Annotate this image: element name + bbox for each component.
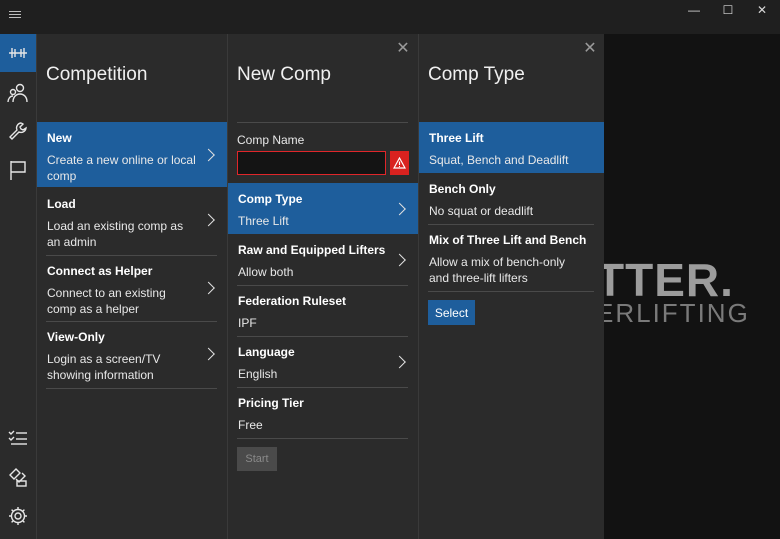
list-item-value: Allow both <box>238 265 294 279</box>
divider <box>237 122 408 123</box>
divider <box>46 388 217 389</box>
panel-title: Competition <box>46 64 148 85</box>
list-item-mix[interactable]: Mix of Three Lift and Bench Allow a mix … <box>419 224 604 292</box>
warning-icon <box>390 151 409 175</box>
list-item-description: Create a new online or local comp <box>47 153 196 183</box>
list-item-title: Bench Only <box>429 182 496 196</box>
checklist-icon <box>8 430 27 445</box>
list-item-three-lift[interactable]: Three Lift Squat, Bench and Deadlift <box>419 122 604 173</box>
logo-subtext: ERLIFTING <box>604 298 750 328</box>
list-item-title: New <box>47 131 72 145</box>
list-item-connect-helper[interactable]: Connect as Helper Connect to an existing… <box>37 255 227 321</box>
list-item-view-only[interactable]: View-Only Login as a screen/TV showing i… <box>37 321 227 387</box>
list-item-value: IPF <box>238 316 257 330</box>
list-item-title: Comp Type <box>238 192 303 206</box>
list-item-description: Load an existing comp as an admin <box>47 219 184 249</box>
nav-lifters[interactable] <box>0 74 36 112</box>
competition-panel: Competition New Create a new online or l… <box>36 34 227 539</box>
list-item-language[interactable]: Language English <box>228 336 418 387</box>
list-item-raw-equipped[interactable]: Raw and Equipped Lifters Allow both <box>228 234 418 285</box>
new-comp-panel: ✕ New Comp Comp Name Comp Type Three Lif… <box>227 34 418 539</box>
list-item-title: Connect as Helper <box>47 264 153 278</box>
list-item-description: Connect to an existing comp as a helper <box>47 286 166 316</box>
list-item-description: Login as a screen/TV showing information <box>47 352 161 382</box>
list-item-title: View-Only <box>47 330 105 344</box>
nav-feedback[interactable] <box>0 458 36 496</box>
nav-checklist[interactable] <box>0 419 36 457</box>
nav-flag[interactable] <box>0 151 36 189</box>
hamburger-menu-icon[interactable] <box>9 11 21 19</box>
chevron-right-icon <box>202 213 215 227</box>
list-item-description: Allow a mix of bench-only and three-lift… <box>429 255 566 285</box>
list-item-comp-type[interactable]: Comp Type Three Lift <box>228 183 418 234</box>
panel-title: Comp Type <box>428 64 525 85</box>
chevron-right-icon <box>202 347 215 361</box>
list-item-value: Free <box>238 418 263 432</box>
feedback-icon <box>9 468 27 487</box>
minimize-button[interactable]: — <box>676 0 712 20</box>
title-bar: — ☐ ✕ <box>0 0 780 34</box>
list-item-title: Load <box>47 197 76 211</box>
list-item-title: Three Lift <box>429 131 484 145</box>
list-item-title: Raw and Equipped Lifters <box>238 243 386 257</box>
close-panel-button[interactable]: ✕ <box>581 40 599 58</box>
wrench-icon <box>9 122 27 140</box>
background-stage: TTER. ERLIFTING <box>604 34 780 539</box>
maximize-button[interactable]: ☐ <box>710 0 746 20</box>
list-item-title: Language <box>238 345 295 359</box>
nav-competition[interactable] <box>0 34 36 72</box>
list-item-load[interactable]: Load Load an existing comp as an admin <box>37 188 227 252</box>
nav-settings-tools[interactable] <box>0 112 36 150</box>
close-panel-button[interactable]: ✕ <box>394 40 412 58</box>
comp-name-label: Comp Name <box>237 133 305 147</box>
chevron-right-icon <box>202 281 215 295</box>
flag-icon <box>10 161 26 180</box>
divider <box>428 291 594 292</box>
list-item-title: Federation Ruleset <box>238 294 347 308</box>
barbell-icon <box>9 48 27 58</box>
list-item-value: Three Lift <box>238 214 289 228</box>
close-window-button[interactable]: ✕ <box>744 0 780 20</box>
nav-rail <box>0 34 36 539</box>
start-button[interactable]: Start <box>237 447 277 471</box>
select-button[interactable]: Select <box>428 300 475 325</box>
gear-icon <box>9 507 27 525</box>
list-item-new[interactable]: New Create a new online or local comp <box>37 122 227 187</box>
nav-settings[interactable] <box>0 497 36 535</box>
list-item-title: Pricing Tier <box>238 396 304 410</box>
comp-name-input[interactable] <box>237 151 386 175</box>
list-item-value: English <box>238 367 278 381</box>
list-item-description: No squat or deadlift <box>429 204 534 218</box>
list-item-bench-only[interactable]: Bench Only No squat or deadlift <box>419 173 604 224</box>
chevron-right-icon <box>202 148 215 161</box>
list-item-federation-ruleset[interactable]: Federation Ruleset IPF <box>228 285 418 336</box>
list-item-description: Squat, Bench and Deadlift <box>429 153 569 167</box>
panel-title: New Comp <box>237 64 331 85</box>
comp-type-panel: ✕ Comp Type Three Lift Squat, Bench and … <box>418 34 604 539</box>
people-icon <box>7 83 28 103</box>
list-item-pricing-tier[interactable]: Pricing Tier Free <box>228 387 418 438</box>
divider <box>237 438 408 439</box>
list-item-title: Mix of Three Lift and Bench <box>429 233 587 247</box>
